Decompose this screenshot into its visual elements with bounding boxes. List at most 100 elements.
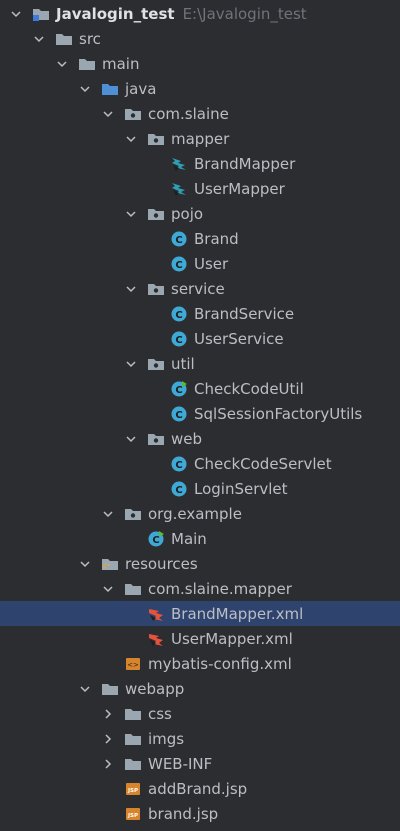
chevron-down-icon[interactable] [77, 556, 93, 572]
tree-node-brand-jsp[interactable]: JSP brand.jsp [0, 801, 400, 826]
tree-node-javalogin-test[interactable]: Javalogin_test E:\Javalogin_test [0, 1, 400, 26]
tree-node-mybatis-config-xml[interactable]: <> mybatis-config.xml [0, 651, 400, 676]
tree-node-label: css [148, 704, 172, 723]
tree-node-service[interactable]: service [0, 276, 400, 301]
tree-node-pojo[interactable]: pojo [0, 201, 400, 226]
tree-node-user[interactable]: C User [0, 251, 400, 276]
tree-node-loginservlet[interactable]: C LoginServlet [0, 476, 400, 501]
chevron-down-icon[interactable] [31, 31, 47, 47]
tree-node-brand[interactable]: C Brand [0, 226, 400, 251]
package-icon [147, 355, 165, 373]
svg-text:<>: <> [127, 661, 139, 669]
tree-node-checkcodeutil[interactable]: C CheckCodeUtil [0, 376, 400, 401]
tree-node-label: src [79, 29, 101, 48]
java-class-icon: C [170, 455, 188, 473]
tree-node-brandservice[interactable]: C BrandService [0, 301, 400, 326]
tree-node-userservice[interactable]: C UserService [0, 326, 400, 351]
chevron-right-icon[interactable] [100, 731, 116, 747]
module-folder-icon [32, 5, 50, 23]
mapper-interface-icon [170, 180, 188, 198]
tree-node-web[interactable]: web [0, 426, 400, 451]
tree-node-sqlsessionfactoryutils[interactable]: C SqlSessionFactoryUtils [0, 401, 400, 426]
tree-node-label: BrandService [194, 304, 295, 323]
java-class-icon: C [170, 230, 188, 248]
tree-node-src[interactable]: src [0, 26, 400, 51]
chevron-down-icon[interactable] [123, 356, 139, 372]
chevron-down-icon[interactable] [123, 131, 139, 147]
tree-node-label: CheckCodeServlet [194, 454, 332, 473]
svg-text:C: C [175, 485, 182, 496]
tree-node-main[interactable]: main [0, 51, 400, 76]
svg-text:C: C [152, 535, 159, 546]
chevron-down-icon[interactable] [8, 6, 24, 22]
package-icon [147, 280, 165, 298]
java-class-icon: C [170, 255, 188, 273]
folder-icon [124, 730, 142, 748]
chevron-down-icon[interactable] [123, 281, 139, 297]
tree-node-label: service [171, 279, 225, 298]
tree-node-label: BrandMapper [194, 154, 296, 173]
chevron-down-icon[interactable] [123, 431, 139, 447]
tree-node-com-slaine-mapper[interactable]: com.slaine.mapper [0, 576, 400, 601]
tree-node-usermapper-xml[interactable]: UserMapper.xml [0, 626, 400, 651]
chevron-down-icon[interactable] [54, 56, 70, 72]
mybatis-xml-icon [147, 605, 165, 623]
tree-node-main[interactable]: C Main [0, 526, 400, 551]
tree-node-brandmapper-xml[interactable]: BrandMapper.xml [0, 601, 400, 626]
tree-node-label: web [171, 429, 203, 448]
svg-text:C: C [175, 260, 182, 271]
tree-node-org-example[interactable]: org.example [0, 501, 400, 526]
runnable-class-icon: C [170, 380, 188, 398]
tree-node-com-slaine[interactable]: com.slaine [0, 101, 400, 126]
tree-node-web-inf[interactable]: WEB-INF [0, 751, 400, 776]
tree-node-resources[interactable]: resources [0, 551, 400, 576]
tree-node-label: com.slaine.mapper [148, 579, 292, 598]
tree-node-checkcodeservlet[interactable]: C CheckCodeServlet [0, 451, 400, 476]
tree-node-label: UserService [194, 329, 284, 348]
chevron-down-icon[interactable] [77, 81, 93, 97]
tree-node-label: mybatis-config.xml [148, 654, 292, 673]
package-icon [147, 205, 165, 223]
tree-node-css[interactable]: css [0, 701, 400, 726]
tree-node-label: UserMapper.xml [171, 629, 293, 648]
tree-node-usermapper[interactable]: UserMapper [0, 176, 400, 201]
folder-icon [55, 30, 73, 48]
tree-node-addbrand-jsp[interactable]: JSP addBrand.jsp [0, 776, 400, 801]
svg-text:C: C [175, 460, 182, 471]
chevron-down-icon[interactable] [100, 106, 116, 122]
tree-node-label: imgs [148, 729, 185, 748]
resources-folder-icon [101, 555, 119, 573]
tree-node-label: Javalogin_test [56, 4, 175, 23]
tree-node-brandmapper[interactable]: BrandMapper [0, 151, 400, 176]
chevron-down-icon[interactable] [77, 681, 93, 697]
chevron-down-icon[interactable] [100, 506, 116, 522]
jsp-file-icon: JSP [124, 805, 142, 823]
chevron-right-icon[interactable] [100, 756, 116, 772]
tree-node-label: BrandMapper.xml [171, 604, 304, 623]
folder-icon [124, 580, 142, 598]
chevron-right-icon[interactable] [100, 706, 116, 722]
folder-icon [124, 755, 142, 773]
mybatis-xml-icon [147, 630, 165, 648]
tree-node-label: addBrand.jsp [148, 779, 248, 798]
xml-file-icon: <> [124, 655, 142, 673]
tree-node-label: main [102, 54, 140, 73]
svg-text:C: C [175, 335, 182, 346]
package-icon [124, 105, 142, 123]
java-class-icon: C [170, 480, 188, 498]
chevron-down-icon[interactable] [123, 206, 139, 222]
svg-text:C: C [175, 385, 182, 396]
tree-node-label: Main [171, 529, 207, 548]
tree-node-mapper[interactable]: mapper [0, 126, 400, 151]
project-path-hint: E:\Javalogin_test [182, 4, 307, 23]
tree-node-label: resources [125, 554, 198, 573]
mapper-interface-icon [170, 155, 188, 173]
source-folder-icon [101, 80, 119, 98]
tree-node-label: CheckCodeUtil [194, 379, 304, 398]
chevron-down-icon[interactable] [100, 581, 116, 597]
tree-node-webapp[interactable]: webapp [0, 676, 400, 701]
tree-node-imgs[interactable]: imgs [0, 726, 400, 751]
java-class-icon: C [170, 330, 188, 348]
tree-node-util[interactable]: util [0, 351, 400, 376]
tree-node-java[interactable]: java [0, 76, 400, 101]
